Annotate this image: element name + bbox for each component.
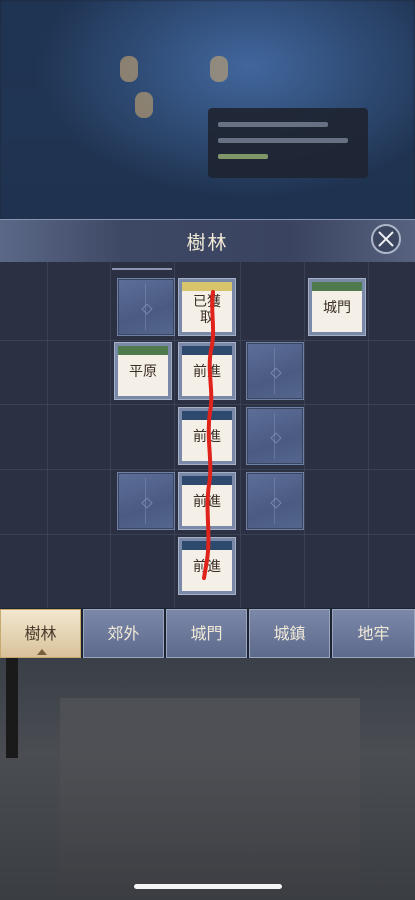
tab-city-gate[interactable]: 城門 (166, 609, 247, 658)
area-tabs: 樹林 郊外 城門 城鎮 地牢 (0, 609, 415, 658)
tab-label: 樹林 (24, 624, 57, 643)
tab-dungeon[interactable]: 地牢 (332, 609, 415, 658)
route-line-annotation (202, 290, 216, 580)
tab-label: 城門 (190, 624, 223, 643)
tab-label: 郊外 (107, 624, 140, 643)
tab-forest[interactable]: 樹林 (0, 609, 81, 658)
home-indicator[interactable] (134, 884, 282, 889)
tab-suburbs[interactable]: 郊外 (83, 609, 164, 658)
tab-label: 地牢 (357, 624, 390, 643)
tab-town[interactable]: 城鎮 (249, 609, 330, 658)
tab-label: 城鎮 (273, 624, 306, 643)
